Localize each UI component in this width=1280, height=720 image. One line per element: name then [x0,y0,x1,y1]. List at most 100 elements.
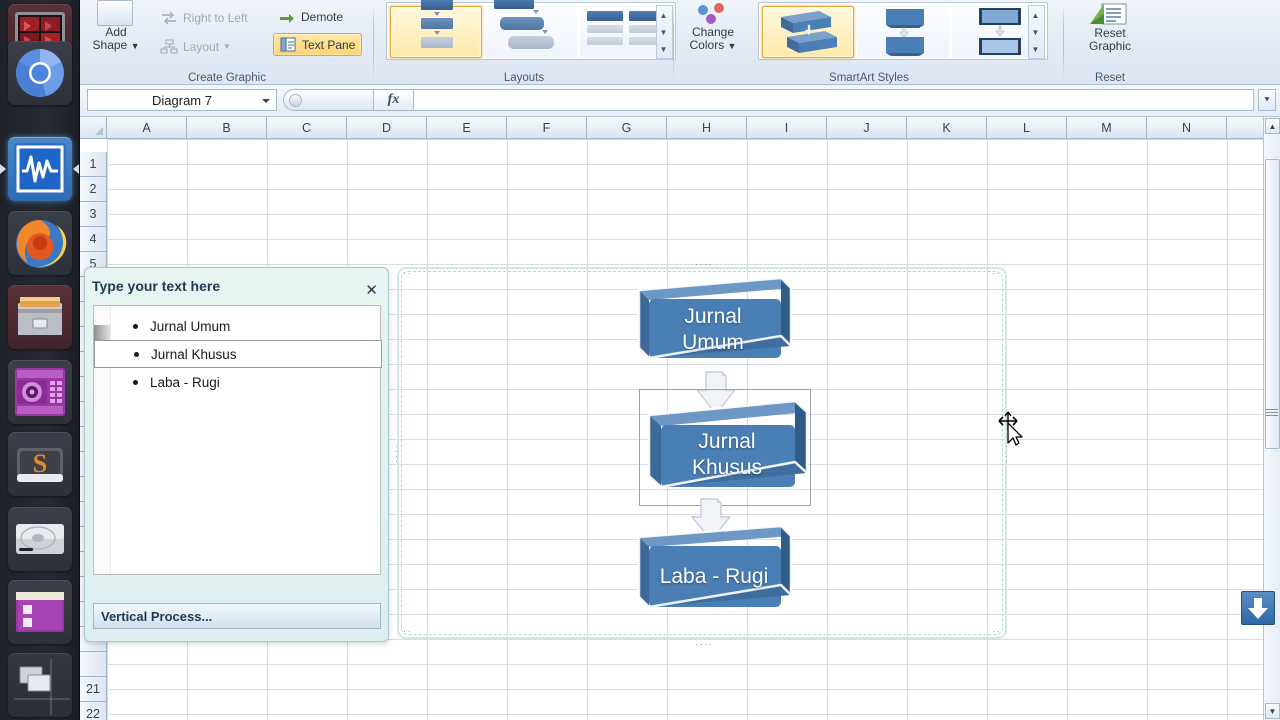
row-header-2[interactable]: 2 [80,177,107,202]
text-pane-list[interactable]: Jurnal Umum Jurnal Khusus Laba - Rugi [93,305,382,575]
styles-scroll-down-icon[interactable]: ▼ [1029,24,1042,41]
demote-button[interactable]: Demote [275,8,347,26]
smartart-node-3[interactable]: Laba - Rugi [633,515,795,623]
text-pane-icon [280,37,296,52]
dock-item-file-manager[interactable] [8,285,72,349]
layout-button[interactable]: Layout ▼ [156,37,235,56]
style-thumb-brick-scene[interactable] [762,6,854,58]
formula-input[interactable] [414,89,1254,111]
layouts-gallery-scrollbar[interactable]: ▲ ▼ ▼ [656,5,673,59]
dock-item-s-drive[interactable]: S [8,432,72,496]
node-1-line-1: Jurnal [684,305,742,328]
dock-item-firefox[interactable] [8,211,72,275]
demote-arrow-icon [280,14,294,23]
resize-handle-bottom-left[interactable]: ·· [403,627,412,636]
gallery-scroll-down-icon[interactable]: ▼ [657,24,670,41]
dock-item-hard-disk[interactable] [8,507,72,571]
expand-formula-bar-icon[interactable]: ⯆ [1258,89,1276,111]
list-item[interactable]: Jurnal Khusus [94,340,382,368]
scroll-down-icon[interactable]: ▼ [1265,703,1280,719]
layouts-gallery[interactable]: ▲ ▼ ▼ [386,0,676,60]
resize-handle-top[interactable]: ···· [695,260,713,269]
styles-more-icon[interactable]: ▼ [1029,41,1042,58]
bullet-icon [134,351,139,357]
dock-item-audio-editor[interactable] [8,137,72,201]
layout-thumb-vertical-process[interactable] [390,0,482,58]
column-header-E[interactable]: E [427,117,507,139]
column-header-D[interactable]: D [347,117,427,139]
ribbon-group-reset: Reset Graphic Reset [1064,0,1156,85]
smartart-text-pane[interactable]: Type your text here ✕ Jurnal Umum Jurnal… [84,267,389,642]
flat-scene-preview-icon [886,9,924,56]
right-to-left-button[interactable]: Right to Left [156,8,252,27]
column-header-G[interactable]: G [587,117,667,139]
ribbon-group-smartart-styles: Change Colors ▼ ▲ ▼ ▼ SmartArt Styles [674,0,1064,85]
gallery-more-icon[interactable]: ▼ [657,41,670,58]
select-all-corner[interactable] [80,117,107,139]
layout-thumb-step-down-process[interactable] [485,0,577,58]
reset-graphic-button[interactable]: Reset Graphic [1064,27,1156,53]
resize-handle-top-right[interactable]: ·· [992,269,1001,278]
text-pane-button[interactable]: Text Pane [273,33,363,56]
column-header-J[interactable]: J [827,117,907,139]
smartart-node-1[interactable]: Jurnal Umum [633,268,793,376]
list-item-label: Jurnal Khusus [151,346,237,362]
dock-item-chromium[interactable] [8,41,72,105]
dock-active-indicator-right [73,164,79,174]
column-header-N[interactable]: N [1147,117,1227,139]
resize-handle-left[interactable]: ···· [392,445,402,465]
column-header-B[interactable]: B [187,117,267,139]
column-header-L[interactable]: L [987,117,1067,139]
add-shape-button[interactable]: Add Shape ▼ [80,26,152,53]
column-header-M[interactable]: M [1067,117,1147,139]
row-header-1[interactable]: 1 [80,152,107,177]
styles-scroll-up-icon[interactable]: ▲ [1029,7,1042,24]
column-header-C[interactable]: C [267,117,347,139]
smartart-node-1-text: Jurnal Umum [633,276,793,384]
list-item[interactable]: Jurnal Umum [111,312,382,340]
dock-item-window-switcher[interactable] [8,653,72,717]
scroll-up-icon[interactable]: ▲ [1265,118,1280,134]
row-header-4[interactable]: 4 [80,227,107,252]
group-title-create-graphic: Create Graphic [188,72,266,84]
style-thumb-flat-scene[interactable] [857,6,949,58]
list-item[interactable]: Laba - Rugi [111,368,382,396]
column-header-A[interactable]: A [107,117,187,139]
change-colors-button[interactable]: Change Colors ▼ [674,26,752,53]
close-icon[interactable]: ✕ [365,281,378,299]
list-item-label: Jurnal Umum [150,318,231,334]
row-header-blank[interactable] [80,652,107,677]
resize-handle-bottom-right[interactable]: ·· [992,627,1001,636]
name-box[interactable]: Diagram 7 [87,89,277,111]
row-header-22[interactable]: 22 [80,702,107,720]
resize-handle-bottom[interactable]: ···· [695,640,713,649]
gallery-scroll-up-icon[interactable]: ▲ [657,7,670,24]
column-header-I[interactable]: I [747,117,827,139]
row-header-21[interactable]: 21 [80,677,107,702]
smartart-styles-gallery[interactable]: ▲ ▼ ▼ [758,2,1048,60]
reset-graphic-label-2: Graphic [1088,39,1132,53]
scrollbar-grip-icon[interactable] [1266,407,1278,419]
vertical-scrollbar[interactable]: ▲ ▼ [1263,117,1280,720]
dock-item-media-player[interactable] [8,360,72,424]
next-page-button[interactable] [1241,591,1275,625]
chevron-down-icon[interactable] [262,99,270,103]
column-header-F[interactable]: F [507,117,587,139]
column-header-K[interactable]: K [907,117,987,139]
row-header-3[interactable]: 3 [80,202,107,227]
brick-scene-preview-icon [781,11,837,53]
dock-item-application[interactable] [8,580,72,644]
resize-handle-right[interactable]: ···· [1002,445,1012,465]
add-shape-preview-icon[interactable] [97,0,133,26]
layout-label: Layout [183,39,220,54]
smartart-node-2[interactable]: Jurnal Khusus [643,393,811,505]
column-header-H[interactable]: H [667,117,747,139]
windows-overview-icon [14,659,70,715]
resize-handle-top-left[interactable]: ·· [403,269,412,278]
cancel-icon[interactable] [289,94,302,107]
node-2-line-2: Khusus [691,456,763,479]
list-item-label: Laba - Rugi [150,374,220,390]
insert-function-button[interactable]: fx [374,89,414,111]
styles-gallery-scrollbar[interactable]: ▲ ▼ ▼ [1028,5,1045,59]
scrollbar-thumb[interactable] [1265,159,1280,449]
